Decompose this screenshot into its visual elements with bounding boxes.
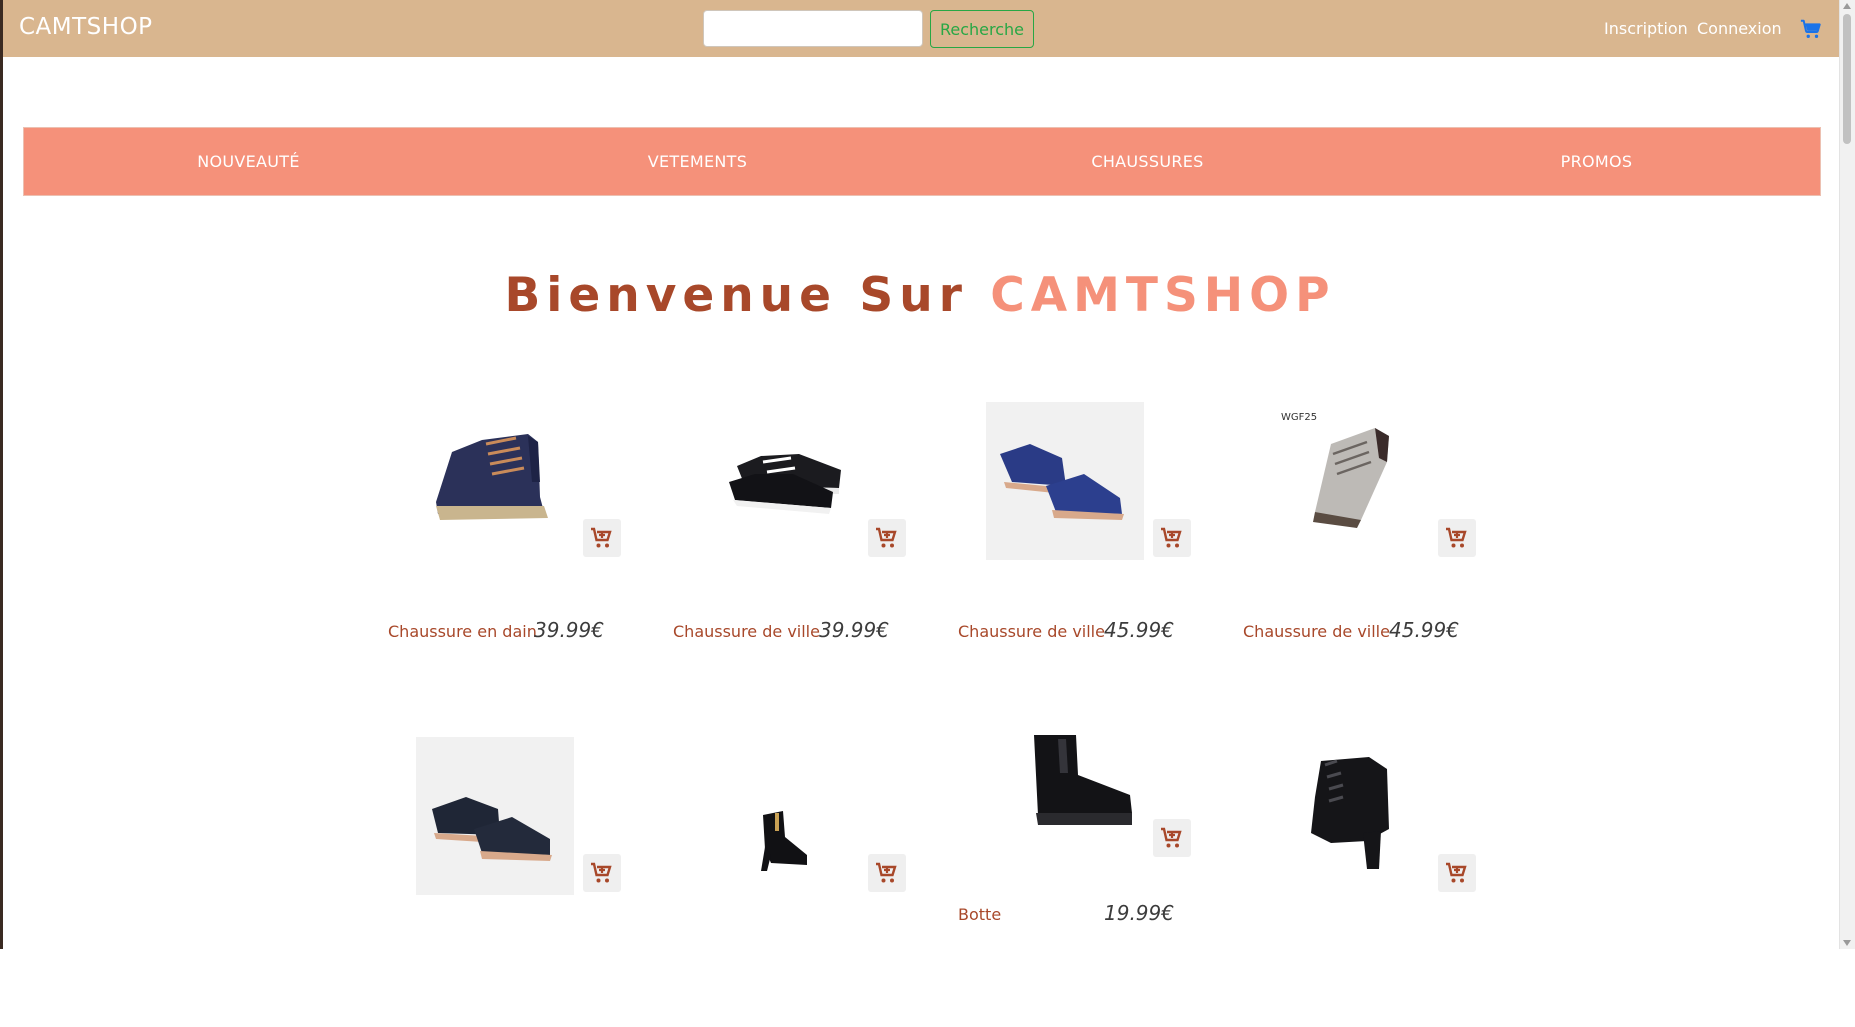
product-card (1243, 737, 1503, 1027)
top-navbar: CAMTSHOP Recherche Inscription Connexion (3, 0, 1840, 57)
product-card: Chaussure de ville 39.99€ (673, 402, 933, 692)
grey-derby-icon (1313, 428, 1389, 528)
signup-link[interactable]: Inscription (1604, 19, 1688, 38)
category-nav: NOUVEAUTÉ VETEMENTS CHAUSSURES PROMOS (23, 127, 1821, 196)
product-name[interactable]: Chaussure de ville (958, 622, 1105, 641)
product-price: 45.99€ (1389, 618, 1459, 642)
cart-plus-icon (1161, 527, 1182, 548)
category-promos[interactable]: PROMOS (1372, 152, 1821, 171)
category-chaussures[interactable]: CHAUSSURES (923, 152, 1372, 171)
add-to-cart-button[interactable] (583, 854, 621, 892)
category-nouveaute[interactable]: NOUVEAUTÉ (24, 152, 473, 171)
login-link[interactable]: Connexion (1697, 19, 1782, 38)
product-card: Chaussure de ville 45.99€ (958, 402, 1218, 692)
product-image[interactable] (986, 402, 1144, 560)
cart-plus-icon (1446, 527, 1467, 548)
product-image[interactable] (416, 402, 574, 560)
page-scrollbar[interactable] (1839, 0, 1855, 949)
product-card: Chaussure en dain 39.99€ (388, 402, 648, 692)
cart-plus-icon (591, 527, 612, 548)
product-price: 39.99€ (819, 618, 889, 642)
cart-plus-icon (1446, 862, 1467, 883)
search-input[interactable] (703, 10, 923, 47)
product-name[interactable]: Chaussure en dain (388, 622, 537, 641)
product-card (673, 737, 933, 1027)
add-to-cart-button[interactable] (868, 519, 906, 557)
product-image[interactable] (701, 402, 859, 560)
product-price: 39.99€ (534, 618, 604, 642)
scroll-thumb[interactable] (1843, 14, 1851, 144)
black-ankle-boot-icon (761, 811, 807, 871)
welcome-brand: CAMTSHOP (990, 268, 1336, 323)
black-derby-icon (432, 797, 552, 861)
cart-plus-icon (1161, 827, 1182, 848)
search-button[interactable]: Recherche (930, 10, 1034, 48)
product-card: Botte 19.99€ (958, 735, 1218, 1027)
product-price: 45.99€ (1104, 618, 1174, 642)
product-image[interactable]: WGF25 (1271, 402, 1429, 560)
product-image[interactable] (701, 737, 859, 895)
scroll-up-arrow-icon[interactable] (1843, 3, 1851, 9)
add-to-cart-button[interactable] (1153, 819, 1191, 857)
cart-icon[interactable] (1800, 18, 1822, 40)
product-image[interactable] (986, 729, 1144, 887)
product-image[interactable] (416, 737, 574, 895)
scroll-down-arrow-icon[interactable] (1843, 940, 1851, 946)
product-image[interactable] (1271, 737, 1429, 895)
welcome-text: Bienvenue Sur (504, 268, 968, 323)
product-card (388, 737, 648, 1027)
cart-plus-icon (876, 862, 897, 883)
add-to-cart-button[interactable] (868, 854, 906, 892)
brand-logo[interactable]: CAMTSHOP (19, 14, 153, 40)
cart-plus-icon (591, 862, 612, 883)
add-to-cart-button[interactable] (1438, 519, 1476, 557)
black-sneaker-icon (729, 454, 841, 514)
add-to-cart-button[interactable] (583, 519, 621, 557)
black-chelsea-boot-icon (1034, 735, 1132, 825)
add-to-cart-button[interactable] (1153, 519, 1191, 557)
cart-plus-icon (876, 527, 897, 548)
product-name[interactable]: Chaussure de ville (1243, 622, 1390, 641)
navy-boot-icon (436, 434, 548, 520)
product-name[interactable]: Botte (958, 905, 1001, 924)
navy-derby-icon (1000, 444, 1124, 520)
product-watermark: WGF25 (1281, 412, 1318, 423)
product-name[interactable]: Chaussure de ville (673, 622, 820, 641)
add-to-cart-button[interactable] (1438, 854, 1476, 892)
category-vetements[interactable]: VETEMENTS (473, 152, 922, 171)
window-edge (0, 0, 3, 949)
product-price: 19.99€ (1104, 901, 1174, 925)
black-heel-bootie-icon (1311, 757, 1389, 869)
product-card: WGF25 Chaussure de ville 45.99€ (1243, 402, 1503, 692)
welcome-heading: Bienvenue Sur CAMTSHOP (0, 268, 1840, 323)
